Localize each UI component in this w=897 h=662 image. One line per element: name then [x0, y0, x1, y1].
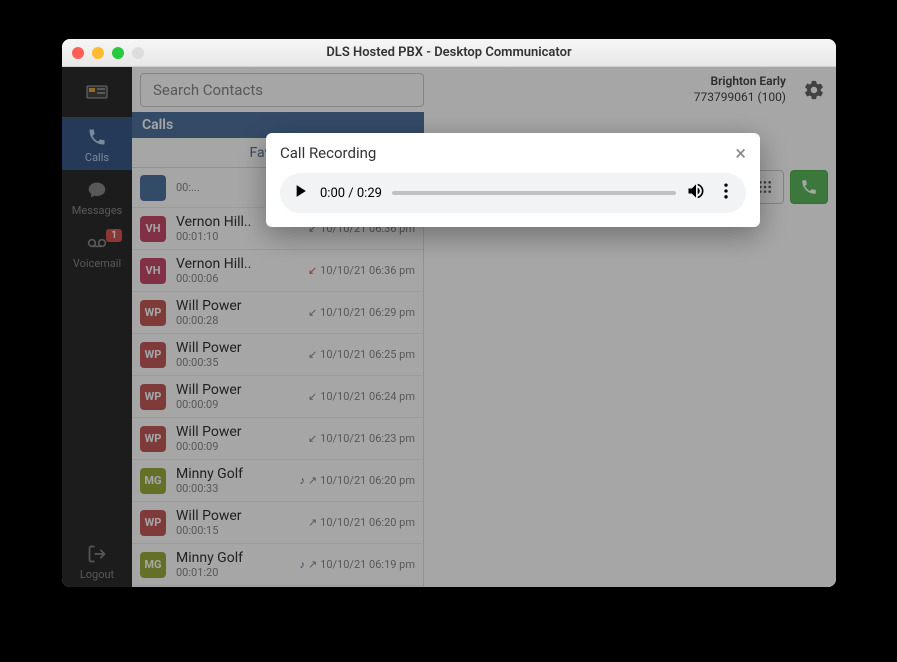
window-dot-disabled: [132, 47, 144, 59]
close-window-button[interactable]: [72, 47, 84, 59]
audio-player: 0:00 / 0:29: [280, 173, 746, 213]
call-recording-modal: Call Recording × 0:00 / 0:29: [266, 133, 760, 227]
audio-progress[interactable]: [392, 191, 676, 195]
maximize-window-button[interactable]: [112, 47, 124, 59]
play-icon: [290, 181, 310, 201]
window-controls: [72, 47, 144, 59]
minimize-window-button[interactable]: [92, 47, 104, 59]
kebab-icon: [716, 181, 736, 201]
window-title: DLS Hosted PBX - Desktop Communicator: [62, 45, 836, 60]
modal-title: Call Recording: [280, 144, 376, 162]
modal-close-button[interactable]: ×: [735, 143, 746, 163]
play-button[interactable]: [290, 181, 310, 205]
volume-icon: [686, 181, 706, 201]
app-window: DLS Hosted PBX - Desktop Communicator Ca…: [62, 39, 836, 587]
audio-time: 0:00 / 0:29: [320, 186, 382, 201]
titlebar: DLS Hosted PBX - Desktop Communicator: [62, 39, 836, 67]
audio-menu-button[interactable]: [716, 181, 736, 205]
volume-button[interactable]: [686, 181, 706, 205]
